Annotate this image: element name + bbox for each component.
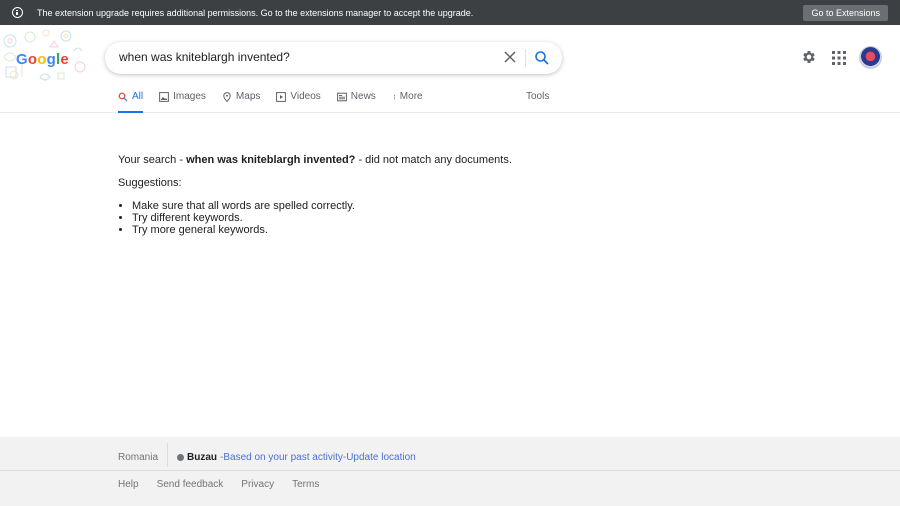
tools-button[interactable]: Tools [526,91,549,102]
google-doodle-logo[interactable]: Google [0,27,90,85]
apps-grid-icon[interactable] [832,51,846,65]
update-location-link[interactable]: Update location [346,452,416,463]
no-match-prefix: Your search - [118,154,187,166]
info-icon [12,7,23,18]
extension-message: The extension upgrade requires additiona… [37,7,474,18]
suggestions-heading: Suggestions: [118,177,182,189]
tab-all-label: All [132,91,144,102]
image-icon [159,92,170,102]
footer-links: Help Send feedback Privacy Terms [118,479,337,490]
gear-icon[interactable] [801,49,817,65]
more-vert-icon [393,94,395,100]
tab-images[interactable]: Images [159,91,206,113]
go-to-extensions-button[interactable]: Go to Extensions [803,4,888,21]
list-item: Try different keywords. [132,212,512,224]
location-info: Buzau - Based on your past activity - Up… [177,452,416,463]
no-match-text: Your search - when was kniteblargh inven… [118,154,512,166]
list-item: Make sure that all words are spelled cor… [132,200,512,212]
location-dot-icon [177,454,184,461]
city-label: Buzau [187,452,217,463]
no-match-suffix: - did not match any documents. [355,154,512,166]
tab-more[interactable]: More [392,91,423,113]
tab-maps-label: Maps [235,91,261,102]
tab-maps[interactable]: Maps [222,91,260,113]
search-icon[interactable] [533,49,551,67]
google-logo: Google [16,51,69,68]
past-activity-link[interactable]: Based on your past activity [223,452,343,463]
terms-link[interactable]: Terms [292,479,319,490]
extension-upgrade-bar: The extension upgrade requires additiona… [0,0,900,25]
footer-divider [167,443,168,467]
help-link[interactable]: Help [118,479,139,490]
tab-news[interactable]: News [336,91,376,113]
page-footer: Romania Buzau - Based on your past activ… [0,437,900,506]
search-input[interactable]: when was kniteblargh invented? [119,50,290,64]
country-label: Romania [118,452,159,463]
send-feedback-link[interactable]: Send feedback [157,479,224,490]
tab-videos[interactable]: Videos [276,91,321,113]
news-icon [336,92,347,102]
location-bar: Romania Buzau - Based on your past activ… [0,437,900,471]
tab-news-label: News [350,91,376,102]
search-box[interactable]: when was kniteblargh invented? [105,42,562,74]
close-icon[interactable] [503,50,517,64]
search-header: Google when was kniteblargh invented? Al… [0,25,900,113]
privacy-link[interactable]: Privacy [241,479,274,490]
search-divider [525,49,526,67]
avatar[interactable] [859,46,882,69]
search-tabs: All Images Maps Videos News More [118,91,439,113]
map-pin-icon [223,92,231,102]
tab-all[interactable]: All [118,91,144,113]
search-icon [118,92,128,102]
tab-videos-label: Videos [290,91,321,102]
no-results-message: Your search - when was kniteblargh inven… [118,154,512,236]
suggestions-list: Make sure that all words are spelled cor… [132,200,512,236]
video-icon [276,92,287,102]
list-item: Try more general keywords. [132,224,512,236]
tab-more-label: More [399,91,423,102]
tab-images-label: Images [173,91,206,102]
no-match-query: when was kniteblargh invented? [186,154,356,166]
